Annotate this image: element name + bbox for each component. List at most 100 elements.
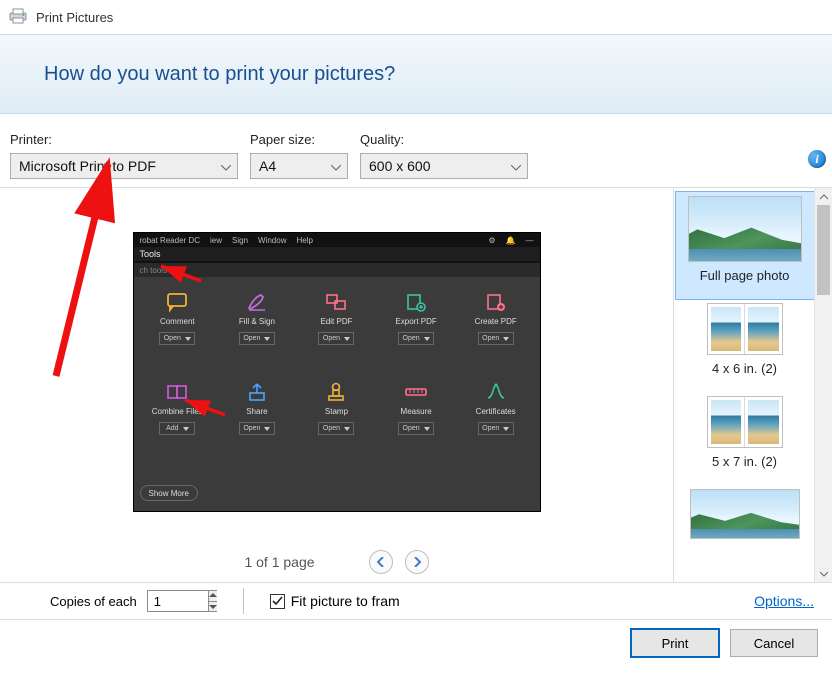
chevron-down-icon [511,158,521,174]
measure-icon [404,381,428,403]
preview-tool-cert: Certificates Open [456,381,536,435]
preview-tool-label: Measure [401,407,432,416]
cert-icon [484,381,508,403]
layout-list: Full page photo 4 x 6 in. (2) 5 x 7 in. (2… [674,188,832,582]
show-more-button: Show More [140,485,198,501]
prev-page-button[interactable] [369,550,393,574]
paper-field: Paper size: A4 [250,132,348,179]
heading-panel: How do you want to print your pictures? [0,34,832,114]
create-icon [484,291,508,313]
checkbox-icon [270,594,285,609]
preview-tool-button: Add [159,422,195,435]
preview-menu-3: Help [296,236,312,245]
help-button[interactable]: i [808,150,826,168]
preview-area: robat Reader DC iew Sign Window Help ⚙ 🔔… [0,188,674,582]
settings-row: Printer: Microsoft Print to PDF Paper si… [0,114,832,183]
preview-tool-grid: Comment Open Fill & Sign Open Edit PDF O… [134,277,540,435]
preview-menu-1: Sign [232,236,248,245]
paper-combo[interactable]: A4 [250,153,348,179]
scroll-down-button[interactable] [815,565,832,582]
chevron-down-icon [331,158,341,174]
options-link[interactable]: Options... [754,593,814,609]
fit-picture-checkbox[interactable]: Fit picture to fram [270,593,400,609]
layout-caption: 4 x 6 in. (2) [712,361,777,376]
preview-tool-button: Open [239,422,275,435]
preview-tool-share: Share Open [217,381,297,435]
layout-5x7[interactable]: 5 x 7 in. (2) [676,392,814,485]
copies-spinner[interactable] [147,590,217,612]
preview-tool-combine: Combine Files Add [138,381,218,435]
cancel-button[interactable]: Cancel [730,629,818,657]
preview-tool-button: Open [318,422,354,435]
main-area: robat Reader DC iew Sign Window Help ⚙ 🔔… [0,188,832,583]
preview-menu-0: iew [210,236,222,245]
printer-value: Microsoft Print to PDF [19,158,156,174]
preview-tool-button: Open [398,422,434,435]
bottom-options: Copies of each Fit picture to fram Optio… [0,583,832,620]
printer-icon [8,7,28,28]
preview-tool-measure: Measure Open [376,381,456,435]
scrollbar[interactable] [814,188,832,582]
scroll-up-button[interactable] [815,188,832,205]
minimize-icon: — [526,236,534,245]
tools-tab-label: Tools [140,249,161,259]
edit-icon [324,291,348,313]
preview-tool-label: Combine Files [152,407,203,416]
preview-page: robat Reader DC iew Sign Window Help ⚙ 🔔… [133,232,541,512]
preview-menu-2: Window [258,236,286,245]
preview-tool-label: Certificates [476,407,516,416]
preview-app-title: robat Reader DC [140,236,200,245]
print-button[interactable]: Print [630,628,720,658]
copies-input[interactable] [148,591,208,611]
window-title: Print Pictures [36,10,113,25]
quality-field: Quality: 600 x 600 [360,132,528,179]
preview-tool-export: Export PDF Open [376,291,456,345]
quality-combo[interactable]: 600 x 600 [360,153,528,179]
printer-combo[interactable]: Microsoft Print to PDF [10,153,238,179]
divider [243,588,244,614]
pager: 1 of 1 page [244,550,428,574]
preview-tool-label: Fill & Sign [239,317,275,326]
next-page-button[interactable] [405,550,429,574]
preview-tool-button: Open [159,332,195,345]
export-icon [404,291,428,313]
preview-subhead: ch tools [134,263,540,277]
sign-icon [245,291,269,313]
heading-text: How do you want to print your pictures? [44,63,395,86]
stamp-icon [324,381,348,403]
preview-tool-button: Open [478,422,514,435]
preview-tool-create: Create PDF Open [456,291,536,345]
printer-label: Printer: [10,132,238,147]
preview-tool-label: Create PDF [475,317,517,326]
layout-full[interactable]: Full page photo [676,192,814,299]
preview-tool-label: Edit PDF [320,317,352,326]
preview-tool-button: Open [398,332,434,345]
preview-tool-label: Comment [160,317,195,326]
share-icon [245,381,269,403]
dialog-buttons: Print Cancel [0,620,832,666]
preview-tool-label: Share [246,407,267,416]
layout-more[interactable] [676,485,814,555]
preview-tool-button: Open [318,332,354,345]
printer-field: Printer: Microsoft Print to PDF [10,132,238,179]
layout-caption: 5 x 7 in. (2) [712,454,777,469]
copies-label: Copies of each [50,594,137,609]
layout-caption: Full page photo [700,268,790,283]
spin-down-button[interactable] [209,602,217,612]
preview-tool-edit: Edit PDF Open [297,291,377,345]
preview-app-titlebar: robat Reader DC iew Sign Window Help ⚙ 🔔… [134,233,540,247]
bell-icon: 🔔 [506,236,516,245]
preview-tools-tab: Tools [134,247,540,263]
preview-tool-comment: Comment Open [138,291,218,345]
spin-up-button[interactable] [209,591,217,602]
preview-tool-label: Export PDF [395,317,436,326]
pager-text: 1 of 1 page [244,554,314,570]
preview-tool-button: Open [239,332,275,345]
quality-label: Quality: [360,132,528,147]
scroll-thumb[interactable] [817,205,830,295]
gear-icon: ⚙ [488,236,495,245]
layout-4x6[interactable]: 4 x 6 in. (2) [676,299,814,392]
combine-icon [165,381,189,403]
preview-tool-label: Stamp [325,407,348,416]
preview-tool-sign: Fill & Sign Open [217,291,297,345]
